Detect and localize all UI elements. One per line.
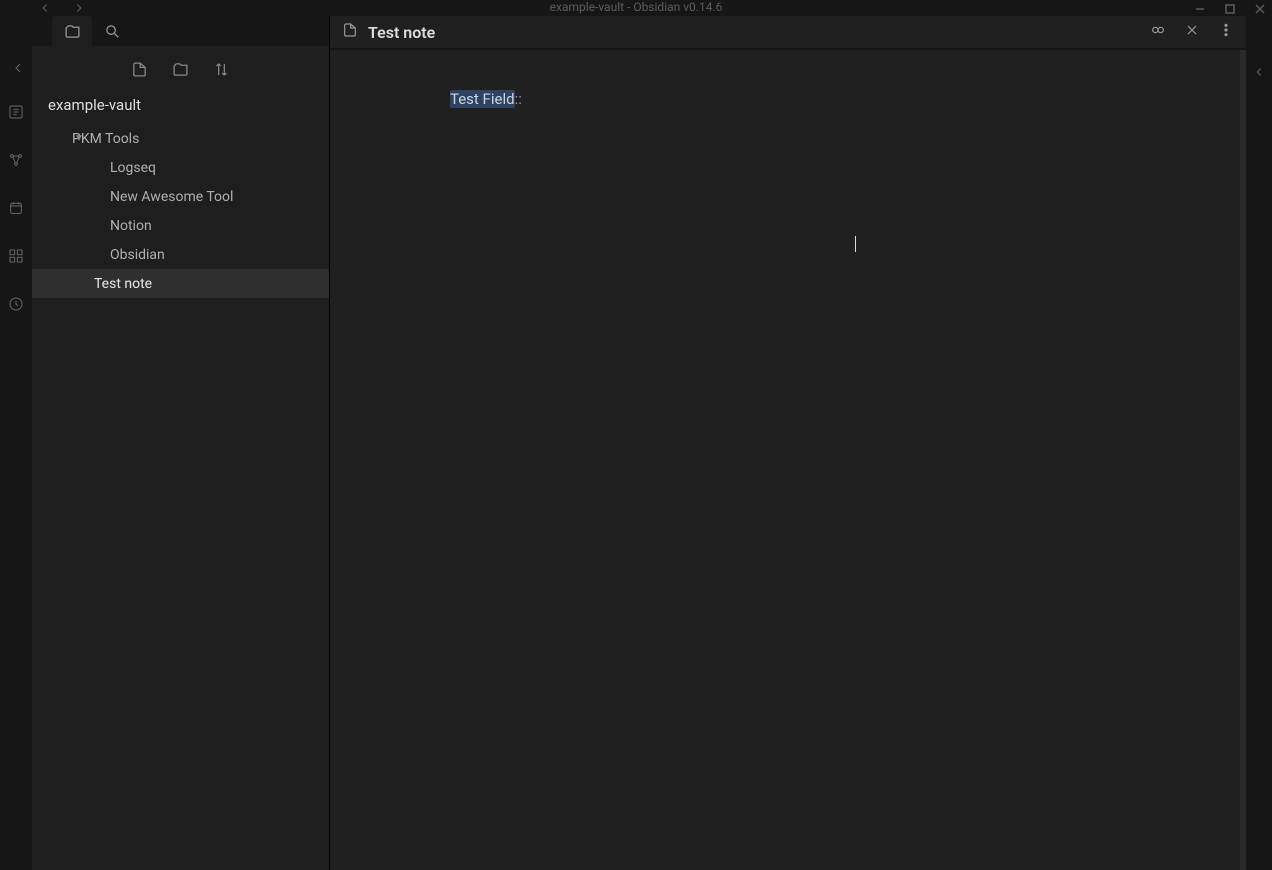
file-item-obsidian[interactable]: Obsidian	[32, 240, 329, 269]
quick-switcher-icon[interactable]	[8, 104, 24, 124]
editor-header: Test note	[330, 16, 1246, 50]
file-label: New Awesome Tool	[110, 189, 233, 205]
note-icon	[342, 22, 358, 42]
chevron-down-icon: ▼	[74, 133, 84, 144]
file-item-notion[interactable]: Notion	[32, 211, 329, 240]
new-note-button[interactable]	[131, 61, 148, 82]
file-action-bar	[32, 46, 329, 96]
sort-button[interactable]	[213, 61, 230, 82]
titlebar: example-vault - Obsidian v0.14.6	[0, 0, 1272, 16]
file-label: Test note	[94, 276, 152, 292]
file-item-logseq[interactable]: Logseq	[32, 153, 329, 182]
file-label: Notion	[110, 218, 152, 234]
file-item-test-note[interactable]: Test note	[32, 269, 329, 298]
graph-view-icon[interactable]	[8, 152, 24, 172]
nav-buttons	[38, 0, 86, 19]
folder-pkm-tools[interactable]: ▼ PKM Tools	[32, 124, 329, 153]
more-options-icon[interactable]	[1218, 22, 1234, 42]
inline-field-key: Test Field	[450, 90, 515, 108]
inline-field-separator: ::	[515, 90, 522, 108]
file-label: Logseq	[110, 160, 156, 176]
collapse-right-icon[interactable]	[1252, 64, 1266, 83]
left-ribbon	[0, 16, 32, 870]
close-window-button[interactable]	[1254, 0, 1266, 19]
text-cursor	[855, 236, 856, 252]
new-folder-button[interactable]	[172, 61, 189, 82]
right-ribbon	[1246, 16, 1272, 870]
editor-content[interactable]: Test Field::	[330, 50, 1246, 870]
reading-view-icon[interactable]	[1150, 22, 1166, 42]
vault-name: example-vault	[32, 96, 329, 124]
window-controls	[1194, 0, 1266, 19]
daily-note-icon[interactable]	[8, 200, 24, 220]
command-palette-icon[interactable]	[8, 296, 24, 316]
left-panel-tabs	[32, 16, 329, 46]
file-label: Obsidian	[110, 247, 165, 263]
collapse-left-icon[interactable]	[10, 60, 26, 80]
close-tab-icon[interactable]	[1184, 22, 1200, 42]
file-item-new-awesome-tool[interactable]: New Awesome Tool	[32, 182, 329, 211]
note-title: Test note	[368, 23, 1150, 42]
file-explorer-panel: example-vault ▼ PKM Tools Logseq New Awe…	[32, 16, 330, 870]
main-editor-pane: Test note Test Field::	[330, 16, 1246, 870]
search-tab[interactable]	[92, 16, 132, 46]
nav-back-button[interactable]	[38, 0, 52, 19]
files-tab[interactable]	[52, 16, 92, 46]
window-title: example-vault - Obsidian v0.14.6	[550, 0, 723, 14]
templates-icon[interactable]	[8, 248, 24, 268]
maximize-button[interactable]	[1224, 0, 1236, 19]
editor-header-actions	[1150, 22, 1234, 42]
file-tree: ▼ PKM Tools Logseq New Awesome Tool Noti…	[32, 124, 329, 870]
minimize-button[interactable]	[1194, 0, 1206, 19]
nav-forward-button[interactable]	[72, 0, 86, 19]
